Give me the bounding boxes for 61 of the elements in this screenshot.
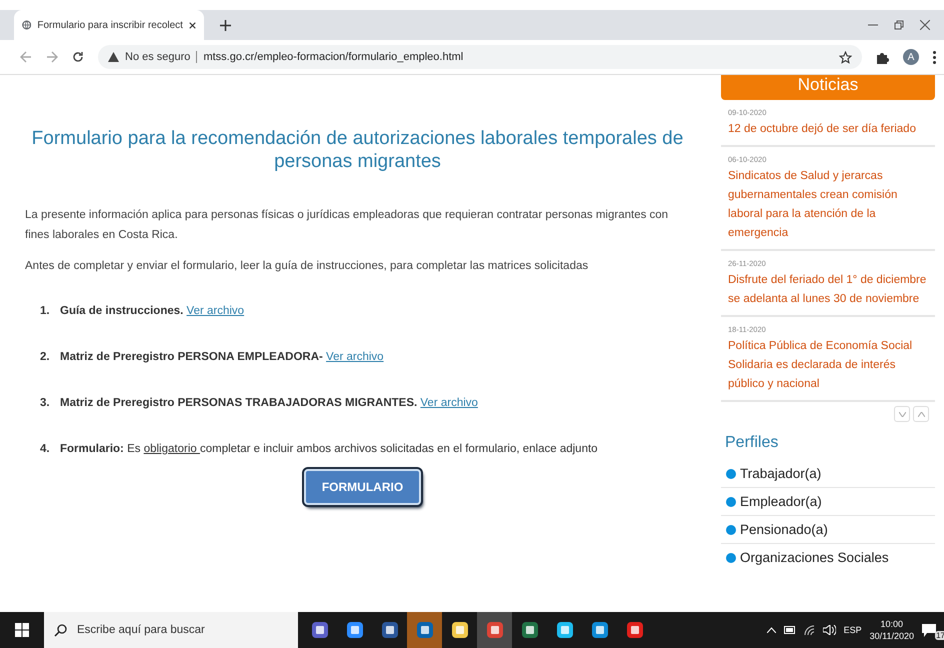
paragraph: La presente información aplica para personas físicas o jurídicas empleadoras que requieran contratar personas migrantes con fines laborales en Costa Rica. [25,208,670,243]
avatar[interactable]: A [903,49,919,65]
news-link[interactable]: Sindicatos de Salud y jerarcas gubernamentales crean comisión laboral para la atención de la emergencia [728,167,928,243]
taskbar-app[interactable] [477,612,512,648]
reload-icon[interactable] [72,51,84,63]
step-text: Matriz de Preregistro PERSONAS TRABAJADORAS MIGRANTES. Ver archivo [60,397,478,409]
step-number: 2. [40,351,50,363]
bullet-dot [726,468,736,478]
chevron-up-icon [918,412,924,416]
view-file-link[interactable]: Ver archivo [420,397,478,409]
close-icon[interactable] [188,20,196,30]
news-heading: Noticias [798,75,858,94]
profile-link[interactable]: Empleador(a) [740,494,822,509]
security-label: No es seguro [125,51,198,63]
step-text: Guía de instrucciones. Ver archivo [60,305,244,317]
paragraph: Antes de completar y enviar el formulario, leer la guía de instrucciones, para completar las matrices solicitadas [25,259,590,274]
chevron-up-icon[interactable] [766,627,776,633]
step-text: Matriz de Preregistro PERSONA EMPLEADORA- Ver archivo [60,351,384,363]
menu-icon[interactable] [933,50,936,64]
wifi-icon[interactable] [804,625,815,635]
step-number: 4. [40,443,50,455]
clock-date: 30/11/2020 [870,630,914,642]
step-text: Formulario: Es obligatorio completar e incluir ambos archivos solicitadas en el formulario, enlace adjunto [60,443,598,455]
bullet-dot [726,552,736,562]
clock-time: 10:00 [880,618,904,630]
taskbar-search-field[interactable]: Escribe aquí para buscar [44,612,298,648]
url-text: mtss.go.cr/empleo-formacion/formulario_empleo.html [203,51,464,63]
profile-link[interactable]: Pensionado(a) [740,522,828,537]
news-link[interactable]: Política Pública de Economía Social Solidaria es declarada de interés público y nacional [728,337,928,394]
close-icon[interactable] [920,20,930,30]
language-indicator[interactable]: ESP [844,625,862,635]
profile-link[interactable]: Trabajador(a) [740,466,822,481]
search-icon [54,624,67,636]
form-button[interactable]: FORMULARIO [304,469,422,505]
view-file-link[interactable]: Ver archivo [186,305,244,317]
profiles-heading: Perfiles [724,433,780,453]
warning-icon [108,52,119,62]
search-placeholder: Escribe aquí para buscar [77,624,205,636]
minimize-icon[interactable] [868,24,878,26]
profile-link[interactable]: Organizaciones Sociales [740,550,889,565]
page-title: Formulario para la recomendación de autorizaciones laborales temporales de personas migrantes [30,127,684,173]
restore-icon[interactable] [894,20,904,30]
windows-icon[interactable] [15,623,29,637]
battery-icon[interactable] [784,626,796,634]
tab-title: Formulario para inscribir recolect [37,20,183,30]
bullet-dot [726,524,736,534]
puzzle-icon[interactable] [876,50,889,64]
step-number: 1. [40,305,50,317]
chevron-down-icon [898,412,906,416]
new-tab-icon[interactable] [220,20,231,30]
news-link[interactable]: Disfrute del feriado del 1° de diciembre se adelanta al lunes 30 de noviembre [728,271,928,309]
star-icon[interactable] [839,50,852,64]
speaker-icon[interactable] [822,625,836,635]
notification-icon[interactable] [922,624,936,636]
view-file-link[interactable]: Ver archivo [326,351,384,363]
bullet-dot [726,496,736,506]
news-link[interactable]: 12 de octubre dejó de ser día feriado [728,120,928,139]
step-number: 3. [40,397,50,409]
globe-icon [22,19,32,31]
address-bar[interactable]: No es seguro mtss.go.cr/empleo-formacion/formulario_empleo.html [98,45,862,69]
browser-tab[interactable]: Formulario para inscribir recolect [14,10,204,40]
